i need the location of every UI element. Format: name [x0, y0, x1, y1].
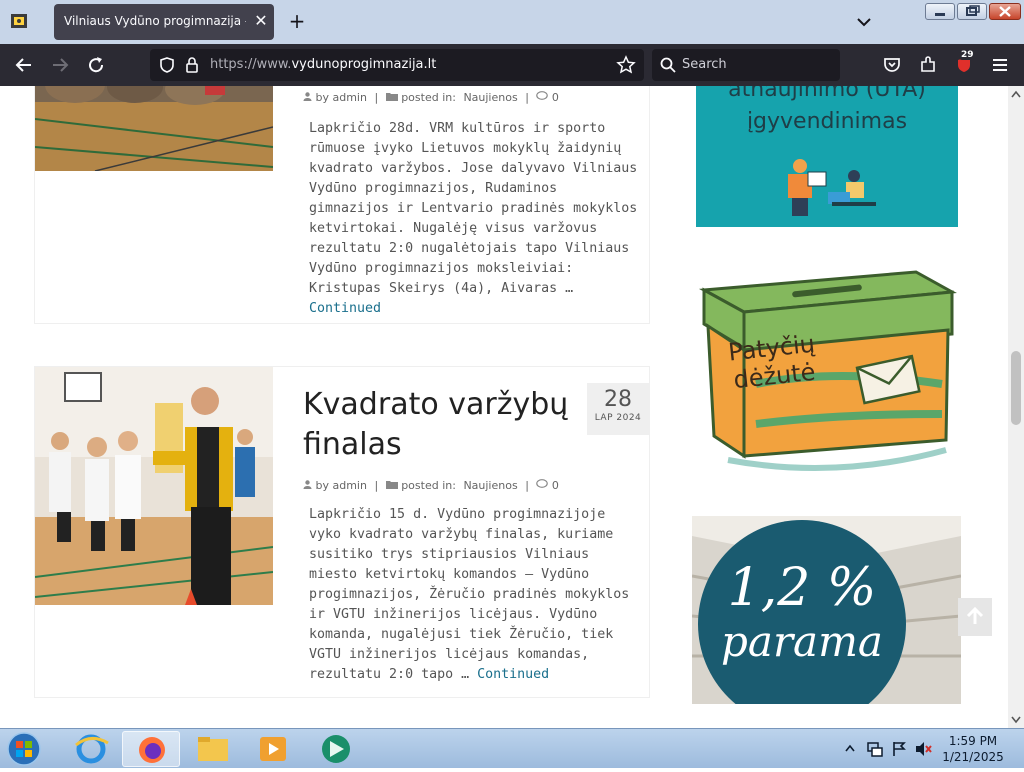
meta-separator: |: [374, 479, 379, 492]
back-arrow-icon[interactable]: [14, 55, 34, 75]
post-card: by admin | posted in: Naujienos | 0 Lapk…: [34, 86, 650, 324]
taskbar-clock[interactable]: 1:59 PM 1/21/2025: [940, 733, 1006, 765]
search-placeholder: Search: [682, 57, 727, 72]
post-excerpt: Lapkričio 15 d. Vydūno progimnazijoje vy…: [309, 505, 643, 685]
chevron-down-icon[interactable]: [854, 12, 874, 32]
extensions-puzzle-icon[interactable]: [918, 55, 938, 75]
comment-count[interactable]: 0: [552, 479, 559, 492]
arrow-up-icon: [966, 606, 984, 624]
url-prefix: https://www.: [210, 57, 292, 72]
continued-link[interactable]: Continued: [309, 301, 381, 316]
scroll-up-icon[interactable]: [1011, 90, 1021, 98]
lock-icon[interactable]: [184, 56, 200, 74]
active-tab[interactable]: Vilniaus Vydūno progimnazija - Vilniaus …: [54, 4, 274, 40]
folder-icon: [385, 93, 398, 101]
system-tray: 1:59 PM 1/21/2025: [840, 729, 1024, 769]
posted-in-label: posted in:: [401, 479, 456, 492]
reload-icon[interactable]: [86, 55, 106, 75]
clock-time: 1:59 PM: [948, 734, 998, 748]
meta-separator: |: [374, 91, 379, 104]
search-icon: [660, 57, 676, 73]
people-illustration: [788, 159, 876, 216]
taskbar-media-player[interactable]: [244, 731, 302, 767]
speaker-muted-icon[interactable]: [914, 740, 932, 758]
post-date-badge: 28 LAP 2024: [587, 383, 649, 435]
user-icon: [303, 92, 312, 101]
patyciu-dezute-banner[interactable]: Patyčių dėžutė: [696, 264, 958, 484]
firefox-icon: [139, 737, 165, 763]
user-icon: [303, 480, 312, 489]
tray-expand-icon[interactable]: [844, 743, 856, 755]
meta-separator: |: [525, 91, 529, 104]
post-excerpt-text: Lapkričio 15 d. Vydūno progimnazijoje vy…: [309, 507, 630, 682]
post-category-link[interactable]: Naujienos: [463, 91, 517, 104]
browser-tab-strip: Vilniaus Vydūno progimnazija - Vilniaus …: [0, 0, 1024, 44]
start-button[interactable]: [4, 731, 44, 767]
post-author[interactable]: by admin: [316, 479, 367, 492]
date-month: LAP 2024: [594, 413, 642, 423]
taskbar-firefox[interactable]: [122, 731, 180, 767]
app-icon[interactable]: [8, 10, 30, 32]
tab-title: Vilniaus Vydūno progimnazija - Vilniaus: [64, 14, 246, 28]
comment-count[interactable]: 0: [552, 91, 559, 104]
post-meta: by admin | posted in: Naujienos | 0: [303, 479, 563, 492]
forward-arrow-icon[interactable]: [50, 55, 70, 75]
network-icon[interactable]: [866, 740, 884, 758]
post-excerpt-text: Lapkričio 28d. VRM kultūros ir sporto rū…: [309, 121, 638, 296]
shield-icon[interactable]: [158, 56, 176, 74]
continued-link[interactable]: Continued: [477, 667, 549, 682]
url-domain: vydunoprogimnazija.lt: [291, 57, 437, 72]
date-day: 28: [604, 387, 632, 412]
comment-icon: [536, 91, 549, 100]
hamburger-menu-icon[interactable]: [990, 55, 1010, 75]
uta-line-1: atnaujinimo (UTA): [728, 86, 926, 102]
comment-icon: [536, 479, 549, 488]
post-title[interactable]: Kvadrato varžybų finalas: [303, 385, 573, 465]
scroll-down-icon[interactable]: [1011, 716, 1021, 724]
post-thumbnail[interactable]: [35, 367, 273, 605]
url-bar[interactable]: https://www.vydunoprogimnazija.lt: [150, 49, 644, 81]
post-meta: by admin | posted in: Naujienos | 0: [303, 91, 563, 104]
post-thumbnail[interactable]: [35, 86, 273, 171]
parama-percent: 1,2 %: [727, 558, 877, 618]
page-content: by admin | posted in: Naujienos | 0 Lapk…: [0, 86, 1008, 728]
post-excerpt: Lapkričio 28d. VRM kultūros ir sporto rū…: [309, 119, 643, 319]
post-card: Kvadrato varžybų finalas 28 LAP 2024 by …: [34, 366, 650, 698]
folder-icon: [385, 481, 398, 489]
page-scrollbar[interactable]: [1008, 86, 1024, 728]
bookmark-star-icon[interactable]: [616, 55, 636, 75]
folder-icon: [198, 737, 228, 761]
parama-word: parama: [721, 617, 883, 666]
media-player-icon: [260, 737, 286, 761]
taskbar-explorer[interactable]: [184, 731, 242, 767]
extensions-badge: 29: [959, 50, 976, 60]
uta-banner-text: atnaujinimo (UTA) įgyvendinimas: [696, 86, 958, 138]
search-bar[interactable]: Search: [652, 49, 840, 81]
action-center-flag-icon[interactable]: [890, 740, 908, 758]
parama-text: 1,2 % parama: [702, 558, 902, 666]
restore-button[interactable]: [957, 3, 987, 20]
close-window-button[interactable]: [989, 3, 1021, 20]
uta-banner[interactable]: atnaujinimo (UTA) įgyvendinimas: [696, 86, 958, 227]
clock-date: 1/21/2025: [942, 750, 1004, 764]
scroll-thumb[interactable]: [1011, 351, 1021, 425]
post-author[interactable]: by admin: [316, 91, 367, 104]
navigation-bar: https://www.vydunoprogimnazija.lt Search…: [0, 44, 1024, 86]
internet-explorer-icon: [75, 734, 109, 764]
parama-banner[interactable]: 1,2 % parama: [692, 516, 961, 704]
meta-separator: |: [525, 479, 529, 492]
scroll-to-top-button[interactable]: [958, 598, 992, 636]
pocket-icon[interactable]: [882, 55, 902, 75]
taskbar-ie[interactable]: [62, 731, 120, 767]
minimize-button[interactable]: [925, 3, 955, 20]
uta-line-2: įgyvendinimas: [746, 109, 908, 134]
posted-in-label: posted in:: [401, 91, 456, 104]
green-app-icon: [322, 735, 350, 763]
url-text[interactable]: https://www.vydunoprogimnazija.lt: [210, 57, 436, 72]
new-tab-button[interactable]: +: [286, 10, 308, 32]
tab-close-icon[interactable]: ✕: [250, 10, 272, 32]
taskbar-app[interactable]: [306, 731, 364, 767]
windows-taskbar: 1:59 PM 1/21/2025: [0, 728, 1024, 768]
post-category-link[interactable]: Naujienos: [463, 479, 517, 492]
